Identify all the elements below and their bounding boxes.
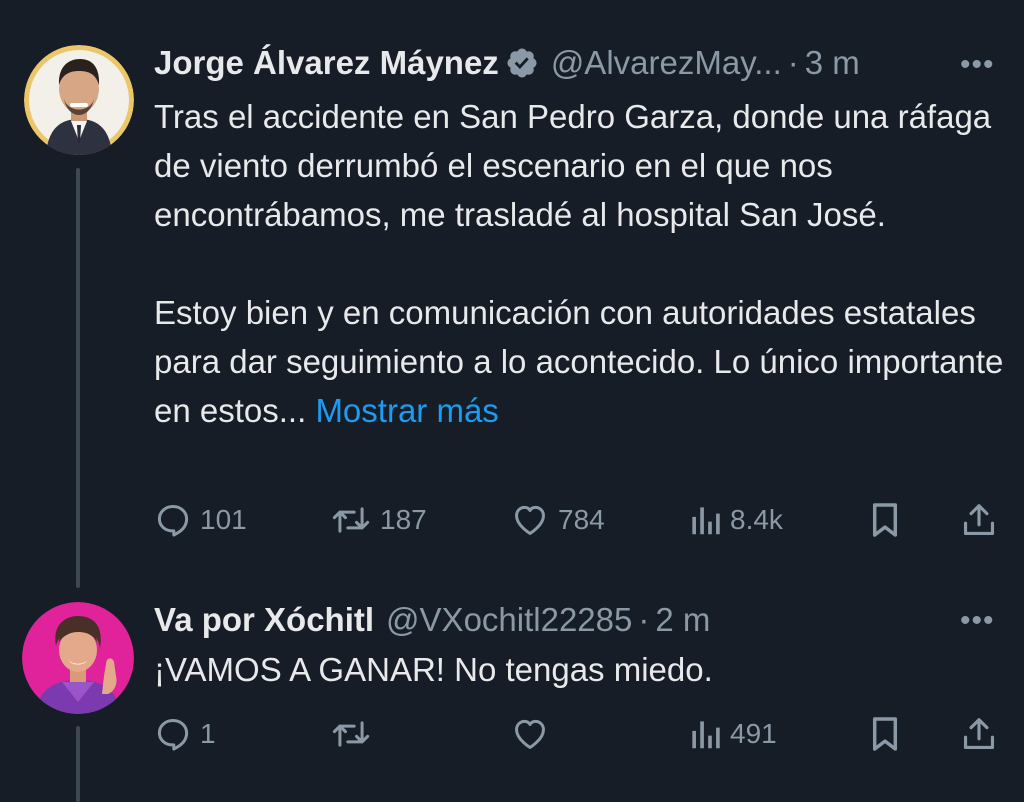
tweet-paragraph: Estoy bien y en comunicación con autorid… (154, 288, 1004, 435)
reply-icon (157, 505, 189, 537)
views-icon (692, 721, 720, 749)
timestamp[interactable]: 3 m (805, 43, 860, 83)
thread-line (76, 168, 80, 588)
separator-dot: · (638, 601, 650, 638)
views-count: 491 (730, 718, 777, 749)
heart-icon (515, 505, 545, 535)
bookmark-button[interactable] (868, 498, 902, 542)
bookmark-icon (872, 717, 898, 751)
reply-count: 101 (200, 504, 247, 535)
tweet-paragraph: ¡VAMOS A GANAR! No tengas miedo. (154, 651, 713, 688)
timeline: Jorge Álvarez Máynez @AlvarezMay... · 3 … (0, 0, 1024, 802)
author-name[interactable]: Va por Xóchitl (154, 600, 374, 640)
author-handle[interactable]: @VXochitl22285 (386, 600, 632, 640)
more-options-icon[interactable]: ••• (960, 48, 995, 82)
retweet-count: 187 (380, 504, 427, 535)
reply-button[interactable]: 1 (154, 712, 216, 756)
like-count: 784 (558, 504, 605, 535)
heart-icon (515, 719, 545, 749)
retweet-icon (332, 721, 370, 747)
tweet-header: Jorge Álvarez Máynez @AlvarezMay... · 3 … (154, 43, 860, 83)
thread-line (76, 726, 80, 802)
bookmark-icon (872, 503, 898, 537)
bookmark-button[interactable] (868, 712, 902, 756)
timestamp[interactable]: 2 m (655, 600, 710, 640)
retweet-button[interactable] (330, 712, 380, 756)
tweet-actions: 1 491 (154, 712, 1000, 756)
retweet-icon (332, 507, 370, 533)
author-name[interactable]: Jorge Álvarez Máynez (154, 43, 499, 83)
like-button[interactable] (510, 712, 558, 756)
reply-button[interactable]: 101 (154, 498, 247, 542)
tweet-text: ¡VAMOS A GANAR! No tengas miedo. (154, 645, 1004, 694)
tweet-paragraph: Tras el accidente en San Pedro Garza, do… (154, 98, 992, 233)
tweet-paragraph-text: Estoy bien y en comunicación con autorid… (154, 294, 1004, 429)
separator-dot: · (787, 44, 799, 81)
views-button[interactable]: 8.4k (688, 498, 783, 542)
avatar[interactable] (22, 602, 134, 714)
avatar-photo (24, 45, 134, 155)
tweet-text: Tras el accidente en San Pedro Garza, do… (154, 92, 1004, 435)
retweet-button[interactable]: 187 (330, 498, 427, 542)
author-handle[interactable]: @AlvarezMay... (551, 43, 782, 83)
views-button[interactable]: 491 (688, 712, 777, 756)
views-count: 8.4k (730, 504, 783, 535)
avatar[interactable] (24, 45, 134, 155)
like-button[interactable]: 784 (510, 498, 605, 542)
reply-icon (157, 719, 189, 751)
show-more-link[interactable]: Mostrar más (315, 392, 498, 429)
views-icon (692, 507, 720, 535)
share-button[interactable] (960, 498, 998, 542)
tweet-actions: 101 187 784 8.4k (154, 498, 1000, 542)
verified-badge-icon[interactable] (505, 46, 539, 80)
avatar-photo (22, 602, 134, 714)
share-icon (963, 504, 995, 536)
more-options-icon[interactable]: ••• (960, 604, 995, 638)
tweet-header: Va por Xóchitl @VXochitl22285 · 2 m (154, 600, 710, 640)
reply-count: 1 (200, 718, 216, 749)
share-button[interactable] (960, 712, 998, 756)
share-icon (963, 718, 995, 750)
